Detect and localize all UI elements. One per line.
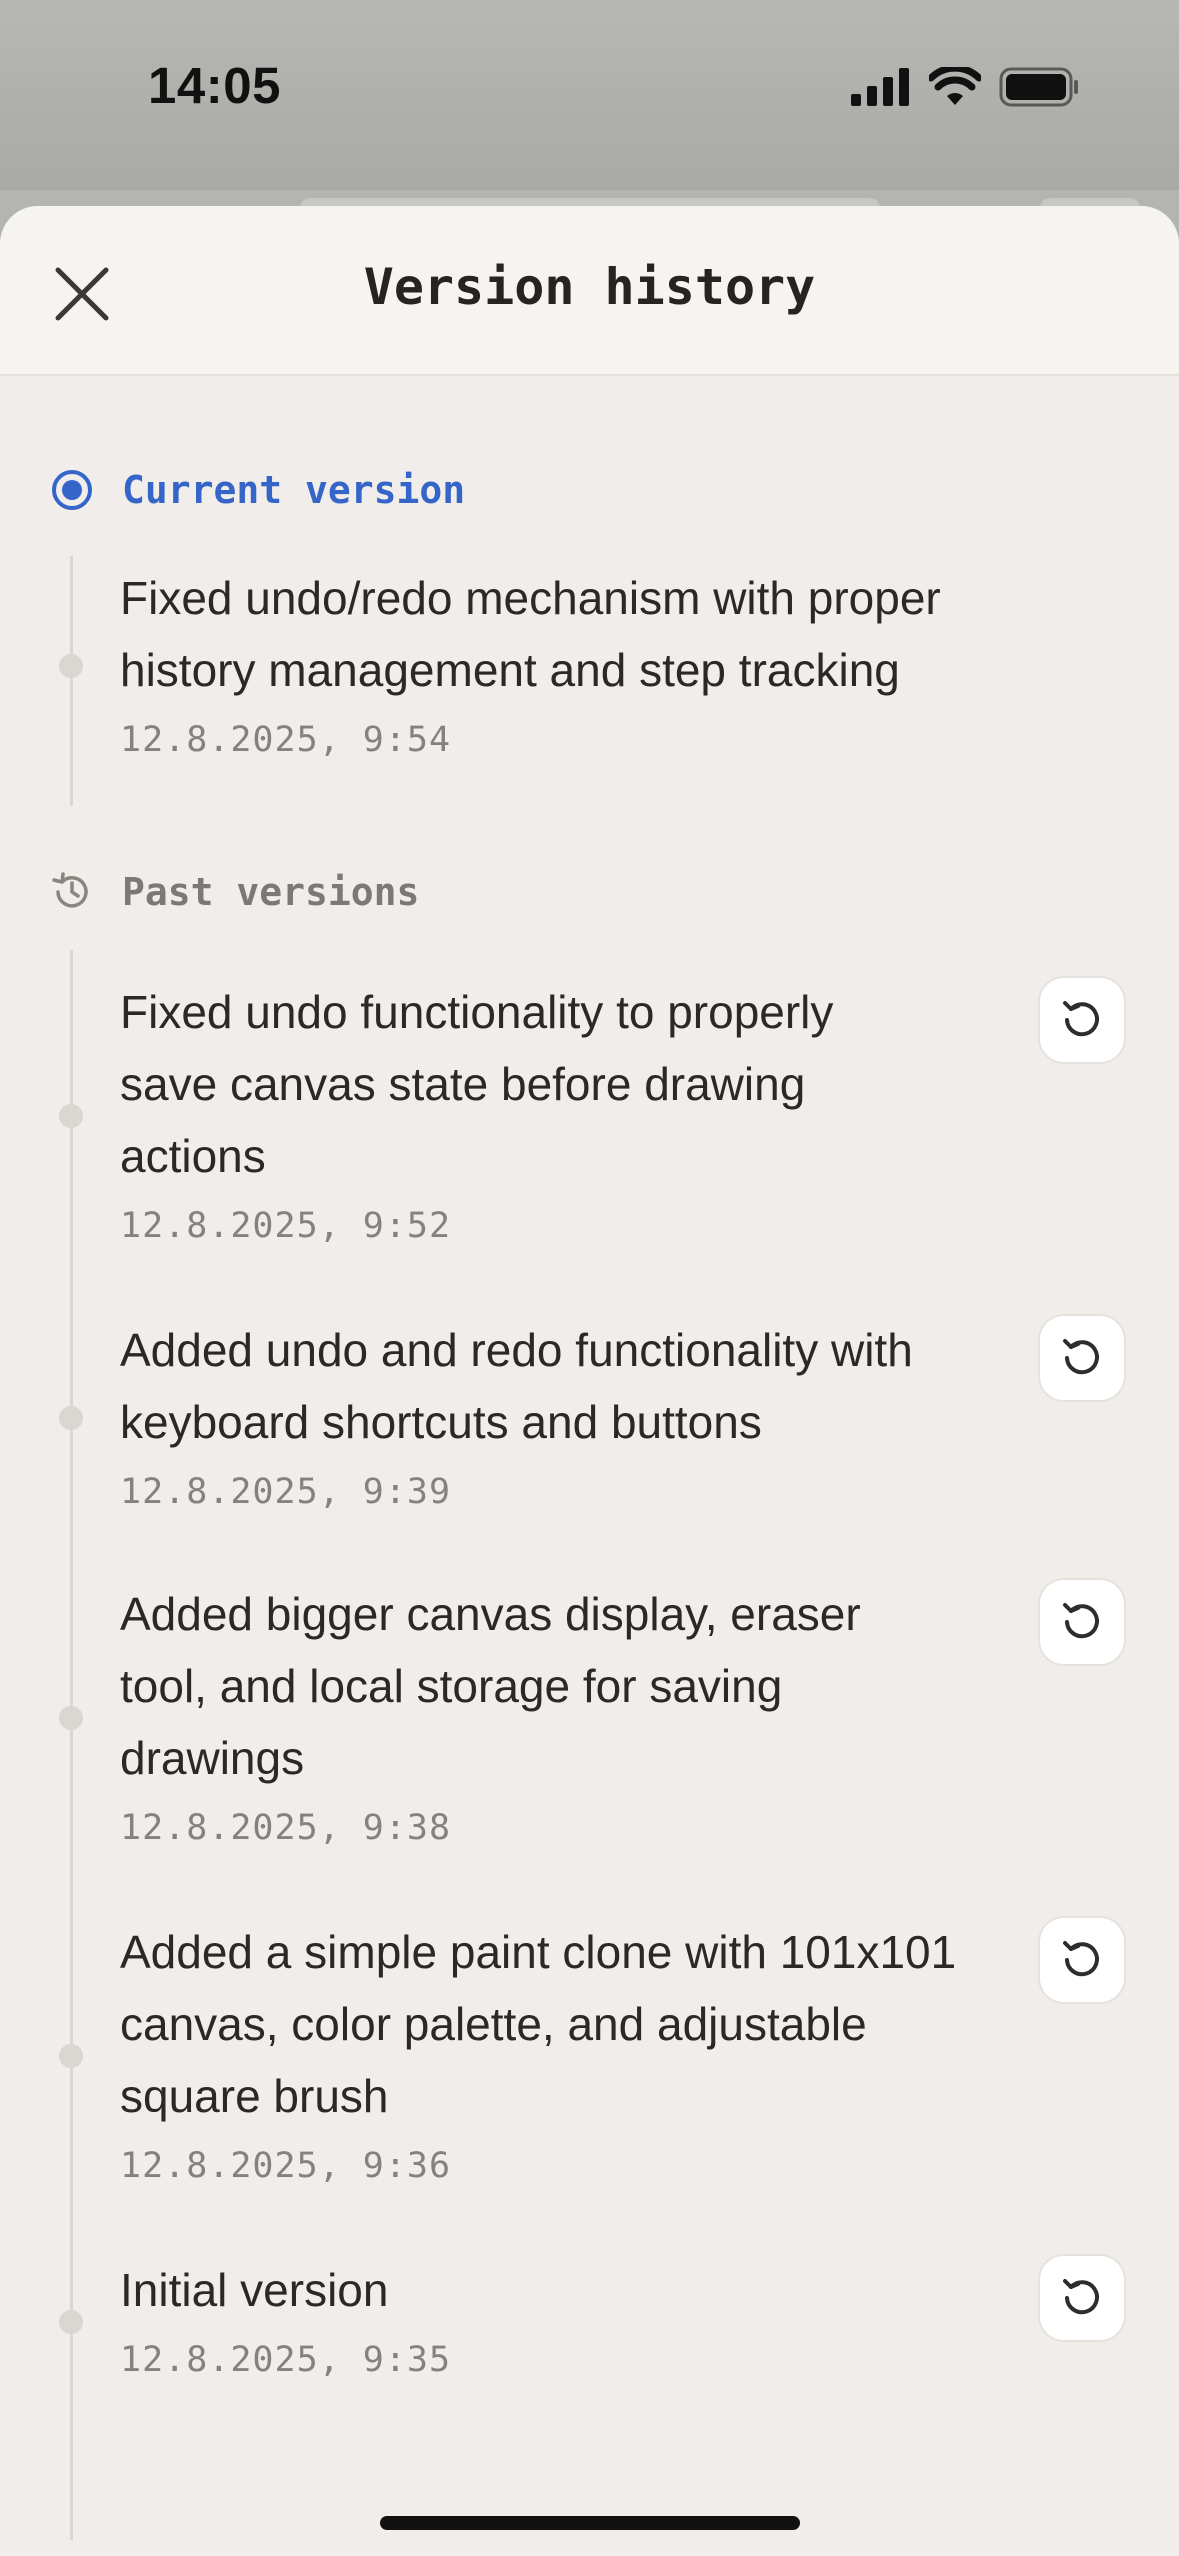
restore-button[interactable] [1038, 2254, 1126, 2342]
timeline-dot [59, 2044, 83, 2068]
restore-icon [1063, 1339, 1099, 1375]
past-versions-label: Past versions [122, 870, 420, 914]
restore-icon [1063, 2279, 1099, 2315]
status-icons [851, 64, 1079, 110]
past-version-entry: Added a simple paint clone with 101x101 … [120, 1916, 1000, 2186]
page-title: Version history [363, 258, 816, 316]
version-description: Fixed undo/redo mechanism with proper hi… [120, 572, 941, 696]
version-description: Fixed undo functionality to properly sav… [120, 986, 834, 1182]
restore-button[interactable] [1038, 1578, 1126, 1666]
signal-icon [851, 68, 909, 106]
status-time: 14:05 [148, 57, 281, 114]
history-icon [52, 872, 88, 908]
restore-button[interactable] [1038, 1916, 1126, 2004]
restore-icon [1063, 1001, 1099, 1037]
timeline-dot [59, 1706, 83, 1730]
past-version-entry: Added undo and redo functionality with k… [120, 1314, 1000, 1512]
version-description: Added undo and redo functionality with k… [120, 1324, 913, 1448]
timeline-dot [59, 2310, 83, 2334]
current-version-entry: Fixed undo/redo mechanism with proper hi… [120, 562, 1000, 760]
current-version-heading: Current version [50, 468, 465, 512]
version-date: 12.8.2025, 9:36 [120, 2146, 452, 2186]
current-version-label: Current version [122, 468, 466, 512]
past-version-entry: Added bigger canvas display, eraser tool… [120, 1578, 940, 1848]
restore-icon [1063, 1603, 1099, 1639]
restore-button[interactable] [1038, 976, 1126, 1064]
restore-button[interactable] [1038, 1314, 1126, 1402]
sheet-header: Version history [0, 206, 1179, 376]
timeline-dot [59, 654, 83, 678]
version-description: Initial version [120, 2264, 389, 2316]
timeline-dot [59, 1406, 83, 1430]
version-date: 12.8.2025, 9:39 [120, 1472, 452, 1512]
version-date: 12.8.2025, 9:35 [120, 2340, 452, 2380]
restore-icon [1063, 1941, 1099, 1977]
version-date: 12.8.2025, 9:52 [120, 1206, 452, 1246]
wifi-icon [929, 67, 981, 105]
status-bar: 14:05 [0, 0, 1179, 190]
timeline-line [70, 950, 73, 2540]
version-date: 12.8.2025, 9:38 [120, 1808, 452, 1848]
radio-selected-icon [52, 470, 92, 510]
past-version-entry: Initial version 12.8.2025, 9:35 [120, 2254, 1000, 2380]
timeline-dot [59, 1104, 83, 1128]
version-description: Added a simple paint clone with 101x101 … [120, 1926, 957, 2122]
past-versions-heading: Past versions [50, 870, 419, 914]
version-history-sheet: Version history Current version Fixed un… [0, 206, 1179, 2556]
version-date: 12.8.2025, 9:54 [120, 720, 452, 760]
past-version-entry: Fixed undo functionality to properly sav… [120, 976, 940, 1246]
version-description: Added bigger canvas display, eraser tool… [120, 1588, 861, 1784]
home-indicator[interactable] [380, 2516, 800, 2530]
timeline-line [70, 556, 73, 806]
battery-icon [999, 67, 1078, 107]
